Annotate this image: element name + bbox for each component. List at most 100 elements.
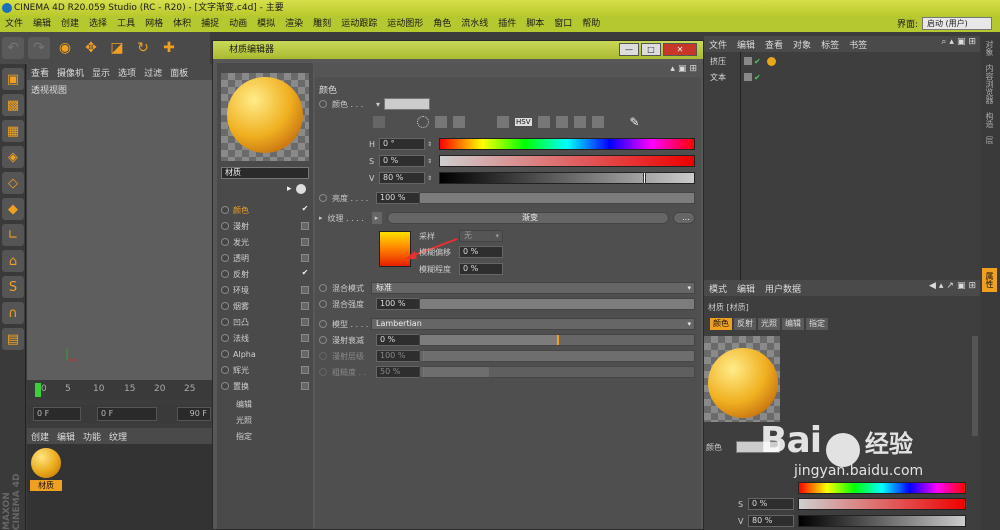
attr-menu-mode[interactable]: 模式 (704, 282, 732, 295)
channel-diffusion[interactable]: 漫射 (221, 219, 309, 233)
texture-menu-button[interactable]: ▸ (371, 212, 382, 224)
menu-snap[interactable]: 捕捉 (196, 16, 224, 32)
viewport-menu-filter[interactable]: 过滤 (140, 66, 166, 79)
mat-menu-texture[interactable]: 纹理 (105, 430, 131, 443)
attr-menu-edit[interactable]: 编辑 (732, 282, 760, 295)
rgb-icon[interactable] (497, 116, 509, 128)
menu-file[interactable]: 文件 (0, 16, 28, 32)
saturation-slider[interactable] (439, 155, 695, 167)
lock-icon[interactable]: ▣ (957, 281, 966, 291)
material-name-field[interactable]: 材质 (221, 167, 309, 179)
channel-reflectance[interactable]: 反射 ✔ (221, 267, 309, 281)
obj-menu-object[interactable]: 对象 (788, 38, 816, 51)
attr-value-slider[interactable] (798, 515, 966, 527)
menu-simulate[interactable]: 模拟 (252, 16, 280, 32)
side-tab-layers[interactable]: 层 (982, 132, 997, 148)
blur-offset-field[interactable]: 0 % (459, 246, 503, 258)
redo-icon[interactable]: ↷ (28, 37, 50, 59)
channel-checkbox[interactable]: ✔ (301, 205, 309, 214)
obj-menu-view[interactable]: 查看 (760, 38, 788, 51)
mat-menu-edit[interactable]: 编辑 (53, 430, 79, 443)
rotate-icon[interactable]: ↻ (132, 37, 154, 59)
diffuse-falloff-field[interactable]: 0 % (376, 334, 424, 346)
menu-pipeline[interactable]: 流水线 (456, 16, 493, 32)
obj-menu-file[interactable]: 文件 (704, 38, 732, 51)
layout-select[interactable]: 启动 (用户) (922, 17, 992, 30)
anim-dot[interactable] (319, 320, 327, 328)
attribute-scrollbar[interactable] (972, 336, 978, 436)
channel-checkbox[interactable] (301, 238, 309, 246)
texture-mode-icon[interactable]: ▩ (2, 94, 24, 116)
mat-menu-create[interactable]: 创建 (27, 430, 53, 443)
channel-checkbox[interactable] (301, 318, 309, 326)
value-field[interactable]: 80 % (379, 172, 425, 184)
end-frame-field[interactable]: 90 F (177, 407, 211, 421)
visibility-check-icon[interactable]: ✔ (754, 73, 761, 82)
side-tab-objects[interactable]: 对象 (982, 36, 997, 60)
points-mode-icon[interactable]: ◈ (2, 146, 24, 168)
new-panel-icon[interactable]: ⊞ (968, 281, 976, 291)
channel-color[interactable]: 颜色 ✔ (221, 203, 309, 217)
attribute-material-preview[interactable] (704, 336, 780, 422)
channel-glow[interactable]: 辉光 (221, 363, 309, 377)
undo-icon[interactable]: ↶ (2, 37, 24, 59)
edges-mode-icon[interactable]: ◇ (2, 172, 24, 194)
wheel-icon[interactable] (417, 116, 429, 128)
channel-displacement[interactable]: 置换 (221, 379, 309, 393)
attr-saturation-field[interactable]: 0 % (748, 498, 794, 510)
anim-dot[interactable] (319, 284, 327, 292)
channel-bump[interactable]: 凹凸 (221, 315, 309, 329)
current-frame-field[interactable]: 0 F (97, 407, 157, 421)
menu-volume[interactable]: 体积 (168, 16, 196, 32)
value-stepper[interactable]: ⇕ (427, 175, 432, 182)
lock-icon[interactable]: ▣ (957, 37, 966, 47)
value-slider[interactable] (439, 172, 695, 184)
channel-assign[interactable]: 指定 (221, 429, 309, 443)
channel-checkbox[interactable] (301, 366, 309, 374)
texture-more-button[interactable]: ... (673, 212, 695, 224)
mixer-icon[interactable] (555, 116, 568, 128)
menu-animate[interactable]: 动画 (224, 16, 252, 32)
viewport-menu-display[interactable]: 显示 (88, 66, 114, 79)
saturation-stepper[interactable]: ⇕ (427, 158, 432, 165)
attr-hue-slider[interactable] (798, 482, 966, 494)
channel-checkbox[interactable] (301, 254, 309, 262)
search-icon[interactable]: ⌕ (941, 37, 946, 47)
swatches-icon[interactable] (573, 116, 586, 128)
history-icon[interactable] (295, 184, 306, 194)
attr-tab-editor[interactable]: 编辑 (782, 318, 804, 330)
polygons-mode-icon[interactable]: ◆ (2, 198, 24, 220)
nav-back-icon[interactable]: ▴ (670, 64, 675, 74)
select-icon[interactable]: ◉ (54, 37, 76, 59)
menu-mograph[interactable]: 运动图形 (382, 16, 428, 32)
sampling-dropdown[interactable]: 无 ▾ (459, 230, 503, 242)
magnet-icon[interactable]: ∩ (2, 302, 24, 324)
new-panel-icon[interactable]: ⊞ (968, 37, 976, 47)
soft-selection-icon[interactable]: S (2, 276, 24, 298)
nav-forward-icon[interactable]: ↗ (946, 281, 954, 291)
channel-alpha[interactable]: Alpha (221, 347, 309, 361)
channel-fog[interactable]: 烟雾 (221, 299, 309, 313)
menu-sculpt[interactable]: 雕刻 (308, 16, 336, 32)
channel-checkbox[interactable] (301, 382, 309, 390)
channel-checkbox[interactable] (301, 286, 309, 294)
channel-illumination[interactable]: 光照 (221, 413, 309, 427)
hue-stepper[interactable]: ⇕ (427, 141, 432, 148)
channel-checkbox[interactable] (301, 350, 309, 358)
layer-icon[interactable] (744, 57, 752, 65)
channel-checkbox[interactable] (301, 334, 309, 342)
close-button[interactable]: ✕ (663, 43, 697, 56)
viewport-menu-view[interactable]: 查看 (27, 66, 53, 79)
channel-editor[interactable]: 编辑 (221, 397, 309, 411)
picker-icon[interactable] (373, 116, 385, 128)
hsv-button[interactable]: HSV (515, 118, 532, 126)
image-icon[interactable] (453, 116, 465, 128)
mix-strength-field[interactable]: 100 % (376, 298, 424, 310)
material-thumbnail[interactable]: 材质 (30, 448, 62, 492)
lock-icon[interactable]: ▤ (2, 328, 24, 350)
axis-icon[interactable]: ✚ (158, 37, 180, 59)
side-tab-structure[interactable]: 构造 (982, 108, 997, 132)
channel-checkbox[interactable]: ✔ (301, 269, 309, 278)
obj-menu-edit[interactable]: 编辑 (732, 38, 760, 51)
play-icon[interactable]: ▸ (287, 184, 292, 194)
